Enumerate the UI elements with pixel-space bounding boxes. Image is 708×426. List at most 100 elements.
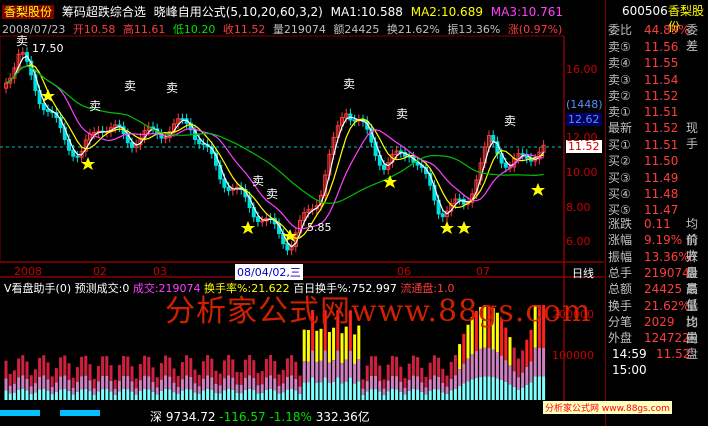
sell-row[interactable]: 卖② 11.52 xyxy=(608,88,708,104)
candle-body xyxy=(75,155,80,158)
volume-bar xyxy=(306,361,310,383)
volume-bar xyxy=(185,388,189,400)
volume-bar xyxy=(147,389,151,400)
buy-row[interactable]: 买④ 11.48 xyxy=(608,186,708,202)
lower-panel-title[interactable]: V看盘助手(0) xyxy=(4,282,71,295)
stat-row[interactable]: 换手 21.62% 量比 xyxy=(608,298,708,329)
turnover-value: 换21.62% xyxy=(386,23,440,36)
volume-bar xyxy=(512,347,516,372)
volume-bar xyxy=(542,376,546,400)
footer-url[interactable]: 分析家公式网 www.88gs.com xyxy=(543,401,672,414)
stat-row[interactable]: 涨跌 0.11 均价 xyxy=(608,216,708,247)
volume-bar xyxy=(453,388,457,400)
close-value: 收11.52 xyxy=(222,23,266,36)
cursor-date-label: 08/04/02,三 xyxy=(235,264,303,280)
volume-bar xyxy=(416,376,420,390)
volume-bar xyxy=(294,390,298,400)
buy-row-value: 11.51 xyxy=(644,138,679,152)
stat-row[interactable]: 涨幅 9.19% 前收 xyxy=(608,232,708,263)
volume-bar xyxy=(231,359,235,378)
volume-bar xyxy=(416,389,420,400)
volume-bar xyxy=(332,381,336,400)
sell-row-value: 11.54 xyxy=(644,72,679,87)
sell-row[interactable]: 卖③ 11.54 xyxy=(608,72,708,88)
volume-bar xyxy=(382,388,386,395)
sell-row[interactable]: 卖④ 11.55 xyxy=(608,55,708,71)
sell-row-label: 卖⑤ xyxy=(608,40,631,54)
volume-bar xyxy=(453,354,457,376)
stat-row[interactable]: 振幅 13.36% 开盘 xyxy=(608,249,708,280)
volume-bar xyxy=(155,394,159,400)
volume-bar xyxy=(285,358,289,378)
volume-bar xyxy=(378,391,382,400)
volume-bar xyxy=(353,363,357,384)
forecast-value: 预测成交:0 xyxy=(74,282,130,295)
volume-bar xyxy=(42,388,46,400)
volume-bar xyxy=(256,393,260,400)
stat-row[interactable]: 总手 219074 最高 xyxy=(608,265,708,296)
volume-bar xyxy=(298,375,302,387)
volume-bar xyxy=(147,356,151,377)
volume-bar xyxy=(134,378,138,389)
buy-row[interactable]: 买③ 11.49 xyxy=(608,170,708,186)
moving-average-line xyxy=(5,65,544,204)
volume-bar xyxy=(403,394,407,400)
stat-row[interactable]: 分笔 2029 均量 xyxy=(608,314,708,345)
volume-bar xyxy=(327,382,331,400)
volume-bar xyxy=(382,379,386,389)
tick-price: 11.52 xyxy=(656,347,691,361)
volume-bar xyxy=(4,360,8,379)
volume-bar xyxy=(126,356,130,377)
volume-bar xyxy=(458,386,462,400)
index-ticker[interactable]: 深 9734.72 -116.57 -1.18% 332.36亿 xyxy=(150,408,370,425)
sell-row[interactable]: 卖⑤ 11.56 xyxy=(608,39,708,55)
volume-bar xyxy=(411,388,415,400)
volume-bar xyxy=(12,392,16,400)
volume-bar xyxy=(411,355,415,376)
volume-bar xyxy=(130,366,134,382)
volume-bar xyxy=(126,389,130,400)
formula-name[interactable]: 晓峰自用公式(5,10,20,60,3,2) xyxy=(154,5,323,19)
volume-bar xyxy=(491,377,495,400)
stock-name[interactable]: 香梨股份 xyxy=(2,5,55,19)
volume-bar xyxy=(273,360,277,379)
volume-bar xyxy=(155,377,159,388)
stat-row-value: 13.36% xyxy=(644,249,690,264)
volume-bar xyxy=(386,391,390,400)
volume-bar xyxy=(432,355,436,376)
volume-bar xyxy=(462,383,466,400)
stat-row[interactable]: 总额 24425 最低 xyxy=(608,281,708,312)
volume-bar xyxy=(63,375,67,389)
volume-bar xyxy=(264,389,268,400)
stat-row[interactable]: 外盘 124722 内盘 xyxy=(608,330,708,361)
volume-bar xyxy=(487,348,491,377)
volume-bar xyxy=(348,377,352,400)
sell-marker: 卖 xyxy=(343,77,355,91)
chart-canvas[interactable]: 卖卖卖 卖卖卖卖卖卖 xyxy=(0,0,605,426)
volume-bar xyxy=(269,388,273,400)
volume-bar xyxy=(512,371,516,387)
volume-bar xyxy=(399,391,403,400)
volume-bar xyxy=(168,389,172,400)
buy-row[interactable]: 买① 11.51 xyxy=(608,137,708,153)
volume-bar xyxy=(235,384,239,393)
volume-bar xyxy=(449,390,453,400)
volume-bar xyxy=(50,376,54,388)
period-label[interactable]: 日线 xyxy=(572,265,594,281)
indicator-name[interactable]: 筹码超跌综合选 xyxy=(62,5,146,19)
max-price-label: 17.50 xyxy=(32,42,64,55)
volume-bar xyxy=(420,382,424,392)
volume-bar xyxy=(525,339,529,367)
tick-time-2: 15:00 xyxy=(612,363,647,377)
buy-row[interactable]: 买② 11.50 xyxy=(608,153,708,169)
volume-bar xyxy=(12,370,16,384)
volume-bar xyxy=(201,378,205,391)
stat-row-value: 2029 xyxy=(644,314,675,329)
latest-row: 最新 11.52 现手 xyxy=(608,120,708,151)
volume-bar xyxy=(239,372,243,385)
volume-bar xyxy=(252,390,256,400)
sell-row[interactable]: 卖① 11.51 xyxy=(608,104,708,120)
buy-star-marker xyxy=(81,157,95,170)
volume-bar xyxy=(340,363,344,384)
volume-bar xyxy=(369,389,373,400)
